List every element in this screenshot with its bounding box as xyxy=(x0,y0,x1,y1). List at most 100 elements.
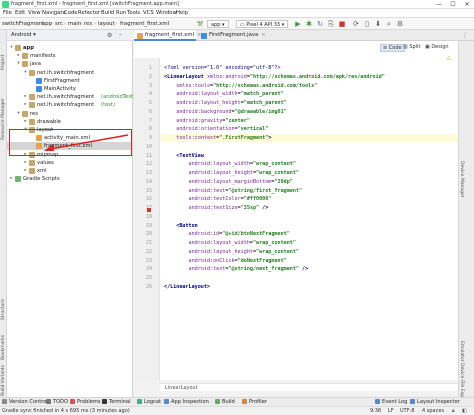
chevron-right-icon[interactable]: ▸ xyxy=(23,167,28,175)
menu-run[interactable]: Run xyxy=(116,10,126,16)
settings-icon[interactable]: ⚙ xyxy=(107,32,112,39)
tab-fragment-first-xml[interactable]: fragment_first.xml × xyxy=(134,30,201,41)
menu-navigate[interactable]: Navigate xyxy=(42,10,66,16)
menu-build[interactable]: Build xyxy=(101,10,114,16)
profiler-button[interactable]: Profiler xyxy=(242,399,267,405)
tree-item-xml[interactable]: ▸ xml xyxy=(7,167,133,175)
chevron-right-icon[interactable]: ▸ xyxy=(23,159,28,167)
code-line[interactable]: android:background="@drawable/img01" xyxy=(164,108,286,116)
code-line[interactable]: android:textSize="25sp" /> xyxy=(164,204,269,212)
code-line[interactable]: android:textColor="#ff0000" xyxy=(164,195,272,203)
breadcrumb-layout[interactable]: layout xyxy=(98,21,115,27)
menu-file[interactable]: File xyxy=(3,10,12,16)
project-tool-tab[interactable]: Project xyxy=(1,55,6,70)
breadcrumb-file[interactable]: fragment_first.xml xyxy=(120,21,169,27)
sdk-manager-icon[interactable]: ⬇ xyxy=(374,20,382,28)
chevron-down-icon[interactable]: ▾ xyxy=(9,44,14,52)
code-line[interactable]: android:layout_width="wrap_content" xyxy=(164,160,296,168)
tree-item-res[interactable]: ▾ res xyxy=(7,110,133,118)
tree-item-mainactivity[interactable]: MainActivity xyxy=(7,85,133,93)
code-view-button[interactable]: ≡ Code xyxy=(380,44,405,52)
chevron-right-icon[interactable]: ▸ xyxy=(23,93,28,101)
menu-edit[interactable]: Edit xyxy=(15,10,25,16)
menu-vcs[interactable]: VCS xyxy=(143,10,154,16)
tree-item-net-lh-switchfragment[interactable]: ▸ net.lh.switchfragment (test) xyxy=(7,101,133,109)
tree-item-manifests[interactable]: ▸ manifests xyxy=(7,52,133,60)
breadcrumb-src[interactable]: src xyxy=(55,21,63,27)
project-view-select[interactable]: Android ▾ xyxy=(11,32,36,38)
chevron-down-icon[interactable]: ▾ xyxy=(23,69,28,77)
chevron-right-icon[interactable]: ▸ xyxy=(23,101,28,109)
menu-window[interactable]: Window xyxy=(156,10,177,16)
tree-item-net-lh-switchfragment[interactable]: ▸ net.lh.switchfragment (androidTest) xyxy=(7,93,135,101)
chevron-down-icon[interactable]: ▾ xyxy=(16,110,21,118)
code-line[interactable]: android:text="@string/next_fragment" /> xyxy=(164,265,309,273)
search-icon[interactable]: ⌕ xyxy=(385,20,393,28)
problems-button[interactable]: Problems xyxy=(70,399,100,405)
app-inspection-button[interactable]: App Inspection xyxy=(164,399,209,405)
bookmarks-tab[interactable]: Bookmarks xyxy=(1,335,6,360)
debug-icon[interactable]: ✱ xyxy=(305,20,313,28)
settings-icon[interactable]: ⚙ xyxy=(396,20,404,28)
tree-item-drawable[interactable]: ▸ drawable xyxy=(7,118,133,126)
maximize-button[interactable]: ☐ xyxy=(446,0,460,9)
code-line[interactable]: <Button xyxy=(164,222,197,230)
logcat-button[interactable]: Logcat xyxy=(137,399,161,405)
code-line[interactable]: <TextView xyxy=(164,152,204,160)
tree-item-app[interactable]: ▾ app xyxy=(7,44,133,52)
menu-refactor[interactable]: Refactor xyxy=(78,10,100,16)
caret-position[interactable]: 9:36 xyxy=(370,408,381,414)
code-line[interactable]: android:layout_width="match_parent" xyxy=(164,90,283,98)
code-line[interactable]: </LinearLayout> xyxy=(164,283,210,291)
close-window-button[interactable]: ✕ xyxy=(460,0,474,9)
code-line[interactable]: tools:context=".FirstFragment"> xyxy=(164,134,271,142)
more-icon[interactable]: ⋮ xyxy=(462,32,468,39)
tree-item-gradle-scripts[interactable]: ▸ Gradle Scripts xyxy=(7,175,133,183)
close-icon[interactable]: × xyxy=(261,32,265,38)
line-separator[interactable]: LF xyxy=(388,408,394,414)
stop-icon[interactable]: ■ xyxy=(338,20,346,28)
resource-manager-tab[interactable]: Resource Manager xyxy=(1,98,6,140)
file-encoding[interactable]: UTF-8 xyxy=(400,408,415,414)
tree-item-firstfragment[interactable]: FirstFragment xyxy=(7,77,133,85)
code-line[interactable]: android:onClick="doNextFragment" xyxy=(164,257,287,265)
event-log-button[interactable]: Event Log xyxy=(375,399,407,405)
version-control-button[interactable]: Version Control xyxy=(2,399,48,405)
minimize-panel-icon[interactable]: – xyxy=(119,31,122,38)
code-line[interactable]: android:orientation="vertical" xyxy=(164,125,268,133)
code-line[interactable]: <LinearLayout xmlns:android="http://sche… xyxy=(164,73,385,81)
code-line[interactable]: android:layout_marginBottom="20dp" xyxy=(164,178,293,186)
run-icon[interactable]: ▶ xyxy=(294,20,302,28)
code-line[interactable]: android:layout_height="wrap_content" xyxy=(164,248,299,256)
lock-icon[interactable]: 🔒︎ xyxy=(452,408,455,414)
code-line[interactable]: android:layout_height="match_parent" xyxy=(164,99,286,107)
terminal-button[interactable]: Terminal xyxy=(102,399,131,405)
chevron-right-icon[interactable]: ▸ xyxy=(16,52,21,60)
chevron-right-icon[interactable]: ▸ xyxy=(23,118,28,126)
menu-tools[interactable]: Tools xyxy=(127,10,140,16)
warning-icon[interactable]: ⚠ xyxy=(446,55,451,62)
build-button[interactable]: Build xyxy=(215,399,235,405)
code-line[interactable]: android:layout_height="wrap_content" xyxy=(164,169,299,177)
layout-inspector-button[interactable]: Layout Inspector xyxy=(410,399,460,405)
apply-changes-icon[interactable]: ↻ xyxy=(316,20,324,28)
todo-button[interactable]: TODO xyxy=(46,399,68,405)
tab-first-fragment-java[interactable]: FirstFragment.java × xyxy=(198,30,266,41)
tree-item-net-lh-switchfragment[interactable]: ▾ net.lh.switchfragment xyxy=(7,69,133,77)
device-select[interactable]: ▭ Pixel 4 API 33 ▾ xyxy=(236,20,289,28)
chevron-down-icon[interactable]: ▾ xyxy=(16,60,21,68)
indent-setting[interactable]: 4 spaces xyxy=(422,408,444,414)
structure-tab[interactable]: Structure xyxy=(1,299,6,320)
hammer-icon[interactable]: ⚒ xyxy=(196,20,204,28)
attach-debugger-icon[interactable]: ⎘ xyxy=(327,20,335,28)
sync-icon[interactable]: ⟳ xyxy=(352,20,360,28)
memory-icon[interactable]: ◧ xyxy=(462,408,467,414)
tree-item-java[interactable]: ▾ java xyxy=(7,60,133,68)
code-line[interactable]: android:layout_width="wrap_content" xyxy=(164,239,296,247)
status-message[interactable]: Gradle sync finished in 4 s 695 ms (3 mi… xyxy=(2,408,130,414)
device-manager-tab[interactable]: Device Manager xyxy=(459,161,464,198)
emulator-tab[interactable]: Emulator xyxy=(459,341,464,361)
build-variants-tab[interactable]: Build Variants xyxy=(1,365,6,396)
code-line[interactable]: android:id="@+id/btnNextFragment" xyxy=(164,230,290,238)
code-line[interactable]: android:gravity="center" xyxy=(164,117,250,125)
